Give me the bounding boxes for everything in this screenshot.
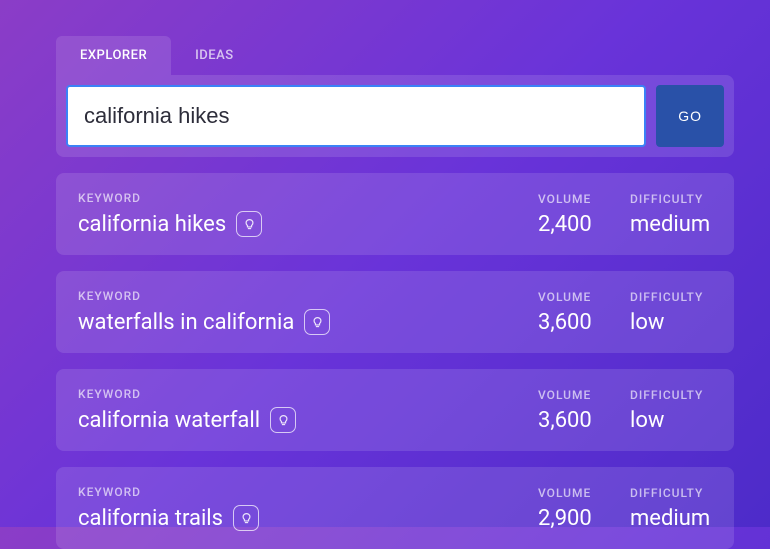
lightbulb-icon[interactable] (270, 407, 296, 433)
search-input[interactable] (66, 85, 646, 147)
volume-section: VOLUME 2,900 (538, 486, 630, 531)
volume-value: 3,600 (538, 408, 630, 433)
keyword-label: KEYWORD (78, 289, 538, 303)
lightbulb-icon[interactable] (233, 505, 259, 531)
result-card: KEYWORD california hikes VOLUME 2,400 DI… (56, 173, 734, 255)
tab-explorer[interactable]: EXPLORER (56, 36, 171, 75)
tabs-container: EXPLORER IDEAS (56, 36, 734, 75)
result-card: KEYWORD california waterfall VOLUME 3,60… (56, 369, 734, 451)
difficulty-value: low (630, 408, 712, 433)
keyword-section: KEYWORD california trails (78, 485, 538, 531)
keyword-section: KEYWORD california hikes (78, 191, 538, 237)
difficulty-value: medium (630, 212, 712, 237)
keyword-value-row: california trails (78, 505, 538, 531)
result-card: KEYWORD waterfalls in california VOLUME … (56, 271, 734, 353)
volume-label: VOLUME (538, 486, 630, 500)
lightbulb-icon[interactable] (236, 211, 262, 237)
keyword-text: waterfalls in california (78, 310, 294, 335)
volume-label: VOLUME (538, 388, 630, 402)
result-card: KEYWORD california trails VOLUME 2,900 D… (56, 467, 734, 549)
keyword-value-row: waterfalls in california (78, 309, 538, 335)
difficulty-section: DIFFICULTY medium (630, 486, 712, 531)
keyword-label: KEYWORD (78, 387, 538, 401)
keyword-label: KEYWORD (78, 191, 538, 205)
lightbulb-icon[interactable] (304, 309, 330, 335)
keyword-value-row: california hikes (78, 211, 538, 237)
difficulty-section: DIFFICULTY low (630, 290, 712, 335)
keyword-section: KEYWORD california waterfall (78, 387, 538, 433)
keyword-label: KEYWORD (78, 485, 538, 499)
search-container: GO (56, 75, 734, 157)
difficulty-section: DIFFICULTY low (630, 388, 712, 433)
difficulty-label: DIFFICULTY (630, 192, 712, 206)
keyword-text: california waterfall (78, 408, 260, 433)
go-button[interactable]: GO (656, 85, 724, 147)
volume-label: VOLUME (538, 290, 630, 304)
volume-value: 3,600 (538, 310, 630, 335)
difficulty-label: DIFFICULTY (630, 486, 712, 500)
keyword-text: california hikes (78, 212, 226, 237)
difficulty-value: low (630, 310, 712, 335)
volume-section: VOLUME 3,600 (538, 388, 630, 433)
volume-section: VOLUME 3,600 (538, 290, 630, 335)
volume-section: VOLUME 2,400 (538, 192, 630, 237)
tab-ideas[interactable]: IDEAS (171, 36, 258, 75)
results-list: KEYWORD california hikes VOLUME 2,400 DI… (56, 173, 734, 549)
difficulty-section: DIFFICULTY medium (630, 192, 712, 237)
keyword-section: KEYWORD waterfalls in california (78, 289, 538, 335)
volume-value: 2,400 (538, 212, 630, 237)
volume-label: VOLUME (538, 192, 630, 206)
difficulty-label: DIFFICULTY (630, 388, 712, 402)
difficulty-label: DIFFICULTY (630, 290, 712, 304)
keyword-value-row: california waterfall (78, 407, 538, 433)
